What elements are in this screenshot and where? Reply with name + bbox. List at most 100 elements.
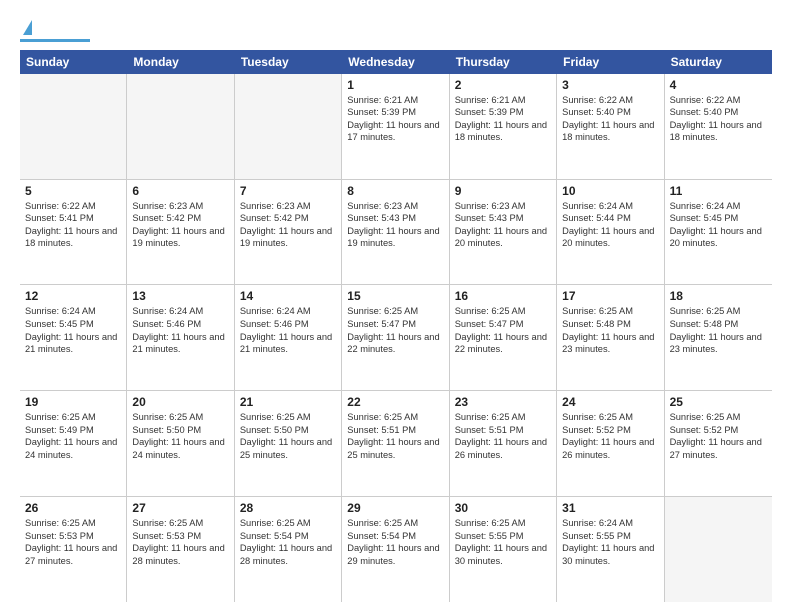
calendar-row-2: 5Sunrise: 6:22 AMSunset: 5:41 PMDaylight… — [20, 180, 772, 286]
calendar-cell: 8Sunrise: 6:23 AMSunset: 5:43 PMDaylight… — [342, 180, 449, 285]
daylight-text: Daylight: 11 hours and 27 minutes. — [25, 542, 121, 567]
sunrise-text: Sunrise: 6:25 AM — [132, 517, 228, 530]
sunrise-text: Sunrise: 6:25 AM — [455, 305, 551, 318]
sunrise-text: Sunrise: 6:25 AM — [562, 305, 658, 318]
day-number: 21 — [240, 395, 336, 409]
day-number: 26 — [25, 501, 121, 515]
day-number: 16 — [455, 289, 551, 303]
logo-line — [20, 39, 90, 42]
daylight-text: Daylight: 11 hours and 21 minutes. — [25, 331, 121, 356]
calendar-cell: 16Sunrise: 6:25 AMSunset: 5:47 PMDayligh… — [450, 285, 557, 390]
daylight-text: Daylight: 11 hours and 21 minutes. — [132, 331, 228, 356]
sunrise-text: Sunrise: 6:24 AM — [562, 200, 658, 213]
calendar-cell: 28Sunrise: 6:25 AMSunset: 5:54 PMDayligh… — [235, 497, 342, 602]
sunrise-text: Sunrise: 6:25 AM — [562, 411, 658, 424]
daylight-text: Daylight: 11 hours and 26 minutes. — [562, 436, 658, 461]
sunrise-text: Sunrise: 6:25 AM — [25, 517, 121, 530]
calendar-cell: 9 Sunrise: 6:23 AMSunset: 5:43 PMDaylight… — [450, 180, 557, 285]
calendar: SundayMondayTuesdayWednesdayThursdayFrid… — [20, 50, 772, 602]
sunset-text: Sunset: 5:53 PM — [132, 530, 228, 543]
calendar-cell: 1Sunrise: 6:21 AMSunset: 5:39 PMDaylight… — [342, 74, 449, 179]
day-number: 11 — [670, 184, 767, 198]
calendar-cell: 18Sunrise: 6:25 AMSunset: 5:48 PMDayligh… — [665, 285, 772, 390]
day-number: 25 — [670, 395, 767, 409]
daylight-text: Daylight: 11 hours and 18 minutes. — [562, 119, 658, 144]
daylight-text: Daylight: 11 hours and 20 minutes. — [455, 225, 551, 250]
day-number: 6 — [132, 184, 228, 198]
daylight-text: Daylight: 11 hours and 29 minutes. — [347, 542, 443, 567]
day-number: 27 — [132, 501, 228, 515]
day-number: 17 — [562, 289, 658, 303]
day-header-friday: Friday — [557, 50, 664, 74]
calendar-cell — [20, 74, 127, 179]
sunrise-text: Sunrise: 6:23 AM — [347, 200, 443, 213]
day-number: 5 — [25, 184, 121, 198]
calendar-cell: 13Sunrise: 6:24 AMSunset: 5:46 PMDayligh… — [127, 285, 234, 390]
calendar-cell: 26 Sunrise: 6:25 AMSunset: 5:53 PMDayligh… — [20, 497, 127, 602]
sunset-text: Sunset: 5:40 PM — [562, 106, 658, 119]
sunrise-text: Sunrise: 6:24 AM — [240, 305, 336, 318]
sunset-text: Sunset: 5:52 PM — [562, 424, 658, 437]
calendar-cell: 6Sunrise: 6:23 AMSunset: 5:42 PMDaylight… — [127, 180, 234, 285]
daylight-text: Daylight: 11 hours and 19 minutes. — [132, 225, 228, 250]
day-header-monday: Monday — [127, 50, 234, 74]
calendar-cell: 19Sunrise: 6:25 AMSunset: 5:49 PMDayligh… — [20, 391, 127, 496]
daylight-text: Daylight: 11 hours and 25 minutes. — [347, 436, 443, 461]
calendar-cell: 12Sunrise: 6:24 AMSunset: 5:45 PMDayligh… — [20, 285, 127, 390]
day-number: 9 — [455, 184, 551, 198]
calendar-cell: 15Sunrise: 6:25 AMSunset: 5:47 PMDayligh… — [342, 285, 449, 390]
sunset-text: Sunset: 5:47 PM — [347, 318, 443, 331]
calendar-cell — [235, 74, 342, 179]
sunset-text: Sunset: 5:55 PM — [455, 530, 551, 543]
calendar-cell: 24Sunrise: 6:25 AMSunset: 5:52 PMDayligh… — [557, 391, 664, 496]
daylight-text: Daylight: 11 hours and 18 minutes. — [455, 119, 551, 144]
sunrise-text: Sunrise: 6:25 AM — [455, 517, 551, 530]
day-header-thursday: Thursday — [450, 50, 557, 74]
sunset-text: Sunset: 5:51 PM — [455, 424, 551, 437]
calendar-cell: 5Sunrise: 6:22 AMSunset: 5:41 PMDaylight… — [20, 180, 127, 285]
sunrise-text: Sunrise: 6:25 AM — [132, 411, 228, 424]
day-number: 15 — [347, 289, 443, 303]
day-number: 2 — [455, 78, 551, 92]
sunset-text: Sunset: 5:53 PM — [25, 530, 121, 543]
sunrise-text: Sunrise: 6:25 AM — [240, 411, 336, 424]
day-number: 28 — [240, 501, 336, 515]
day-header-sunday: Sunday — [20, 50, 127, 74]
sunrise-text: Sunrise: 6:21 AM — [455, 94, 551, 107]
daylight-text: Daylight: 11 hours and 18 minutes. — [670, 119, 767, 144]
calendar-cell: 10Sunrise: 6:24 AMSunset: 5:44 PMDayligh… — [557, 180, 664, 285]
sunset-text: Sunset: 5:42 PM — [132, 212, 228, 225]
calendar-cell: 7Sunrise: 6:23 AMSunset: 5:42 PMDaylight… — [235, 180, 342, 285]
sunrise-text: Sunrise: 6:21 AM — [347, 94, 443, 107]
calendar-header: SundayMondayTuesdayWednesdayThursdayFrid… — [20, 50, 772, 74]
daylight-text: Daylight: 11 hours and 21 minutes. — [240, 331, 336, 356]
sunset-text: Sunset: 5:45 PM — [670, 212, 767, 225]
sunrise-text: Sunrise: 6:22 AM — [670, 94, 767, 107]
calendar-cell: 29Sunrise: 6:25 AMSunset: 5:54 PMDayligh… — [342, 497, 449, 602]
daylight-text: Daylight: 11 hours and 30 minutes. — [455, 542, 551, 567]
sunset-text: Sunset: 5:54 PM — [240, 530, 336, 543]
calendar-cell — [665, 497, 772, 602]
day-number: 12 — [25, 289, 121, 303]
daylight-text: Daylight: 11 hours and 24 minutes. — [132, 436, 228, 461]
day-header-wednesday: Wednesday — [342, 50, 449, 74]
logo-triangle-icon — [23, 20, 32, 35]
daylight-text: Daylight: 11 hours and 19 minutes. — [240, 225, 336, 250]
sunset-text: Sunset: 5:43 PM — [347, 212, 443, 225]
sunset-text: Sunset: 5:42 PM — [240, 212, 336, 225]
day-number: 7 — [240, 184, 336, 198]
calendar-cell: 17Sunrise: 6:25 AMSunset: 5:48 PMDayligh… — [557, 285, 664, 390]
daylight-text: Daylight: 11 hours and 22 minutes. — [347, 331, 443, 356]
calendar-row-3: 12Sunrise: 6:24 AMSunset: 5:45 PMDayligh… — [20, 285, 772, 391]
daylight-text: Daylight: 11 hours and 28 minutes. — [132, 542, 228, 567]
sunrise-text: Sunrise: 6:22 AM — [25, 200, 121, 213]
day-number: 29 — [347, 501, 443, 515]
sunrise-text: Sunrise: 6:23 AM — [455, 200, 551, 213]
day-number: 19 — [25, 395, 121, 409]
day-number: 13 — [132, 289, 228, 303]
logo-text — [20, 18, 32, 38]
day-number: 1 — [347, 78, 443, 92]
daylight-text: Daylight: 11 hours and 30 minutes. — [562, 542, 658, 567]
sunset-text: Sunset: 5:43 PM — [455, 212, 551, 225]
sunset-text: Sunset: 5:50 PM — [132, 424, 228, 437]
